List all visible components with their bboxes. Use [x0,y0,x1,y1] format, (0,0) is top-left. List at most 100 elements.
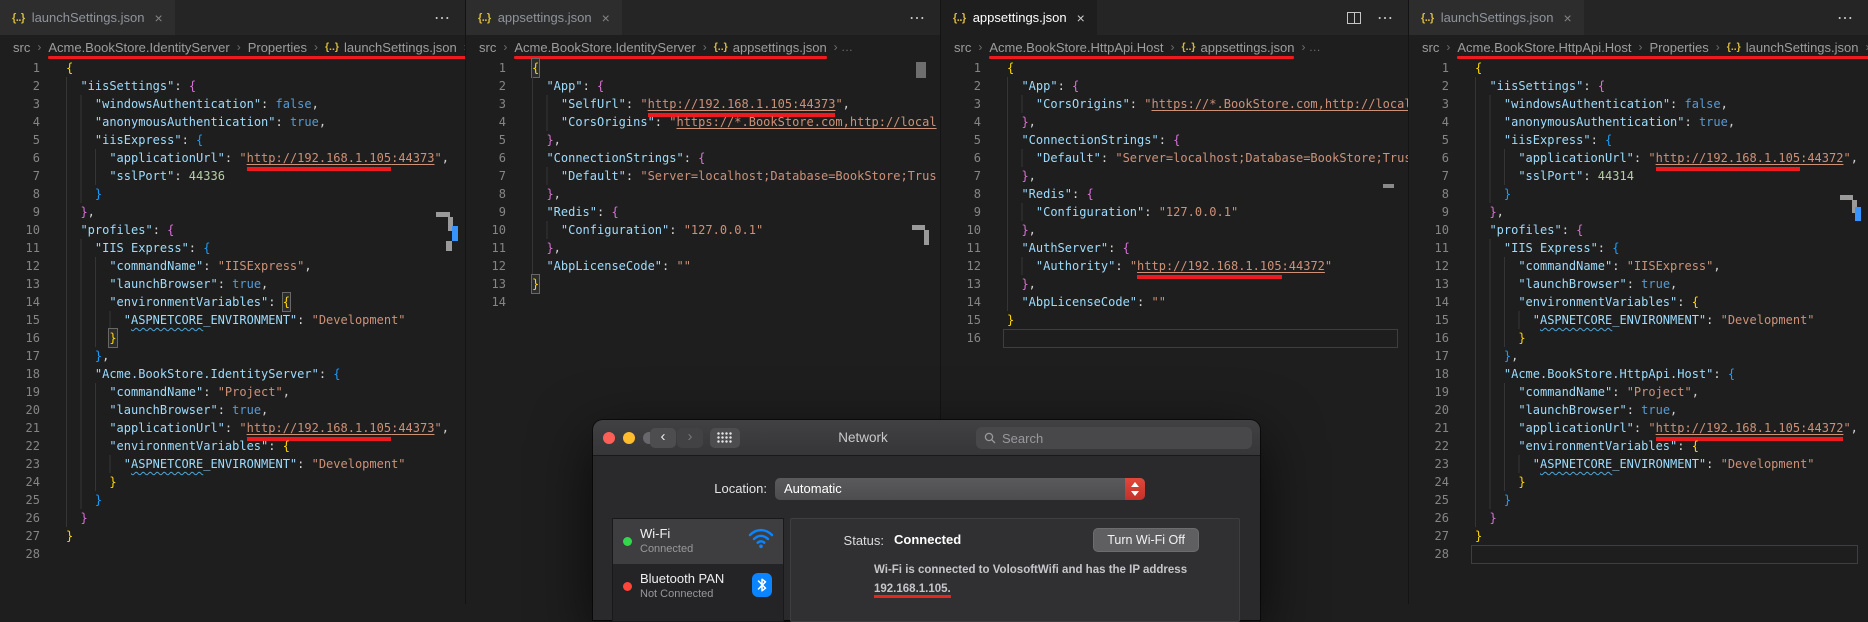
breadcrumb-segment[interactable]: Properties [248,40,307,55]
code-line[interactable]: 13}, [941,275,1408,293]
code-line[interactable]: 10"Configuration": "127.0.0.1" [466,221,940,239]
code-line[interactable]: 14"environmentVariables": { [1409,293,1868,311]
close-tab-icon[interactable]: × [602,10,610,26]
location-dropdown[interactable]: Automatic [775,478,1145,500]
code-line[interactable]: 14 [466,293,940,311]
code-line[interactable]: 12"commandName": "IISExpress", [1409,257,1868,275]
code-line[interactable]: 13"launchBrowser": true, [1409,275,1868,293]
code-line[interactable]: 11"IIS Express": { [1409,239,1868,257]
code-line[interactable]: 15} [941,311,1408,329]
code-line[interactable]: 25} [0,491,465,509]
more-actions-icon[interactable]: ⋯ [434,8,451,28]
code-line[interactable]: 12"AbpLicenseCode": "" [466,257,940,275]
code-line[interactable]: 4"anonymousAuthentication": true, [0,113,465,131]
code-line[interactable]: 3"windowsAuthentication": false, [1409,95,1868,113]
code-line[interactable]: 9}, [1409,203,1868,221]
code-line[interactable]: 13} [466,275,940,293]
close-tab-icon[interactable]: × [1077,10,1085,26]
code-line[interactable]: 23"ASPNETCORE_ENVIRONMENT": "Development… [0,455,465,473]
more-actions-icon[interactable]: ⋯ [1377,8,1394,28]
code-line[interactable]: 1{ [1409,59,1868,77]
code-line[interactable]: 2"iisSettings": { [0,77,465,95]
code-line[interactable]: 19"commandName": "Project", [1409,383,1868,401]
code-line[interactable]: 24} [1409,473,1868,491]
breadcrumb-file[interactable]: launchSettings.json [344,40,457,55]
code-line[interactable]: 5"iisExpress": { [0,131,465,149]
code-line[interactable]: 9"Configuration": "127.0.0.1" [941,203,1408,221]
code-line[interactable]: 8} [1409,185,1868,203]
code-line[interactable]: 22"environmentVariables": { [1409,437,1868,455]
code-line[interactable]: 6"applicationUrl": "http://192.168.1.105… [1409,149,1868,167]
close-tab-icon[interactable]: × [154,10,162,26]
code-line[interactable]: 7"sslPort": 44336 [0,167,465,185]
code-line[interactable]: 25} [1409,491,1868,509]
code-line[interactable]: 16} [0,329,465,347]
code-line[interactable]: 3"SelfUrl": "http://192.168.1.105:44373"… [466,95,940,113]
code-line[interactable]: 20"launchBrowser": true, [1409,401,1868,419]
minimize-window-button[interactable] [623,432,635,444]
breadcrumb-segment[interactable]: src [479,40,496,55]
code-line[interactable]: 16} [1409,329,1868,347]
breadcrumb-file[interactable]: launchSettings.json [1746,40,1859,55]
breadcrumb-segment[interactable]: Acme.BookStore.HttpApi.Host [1457,40,1631,55]
tab-appsettings.json[interactable]: {..}appsettings.json× [941,0,1097,35]
search-field[interactable]: Search [976,427,1252,449]
code-line[interactable]: 2"App": { [466,77,940,95]
code-line[interactable]: 10"profiles": { [1409,221,1868,239]
service-row-bluetooth[interactable]: Bluetooth PAN Not Connected [613,564,783,609]
close-window-button[interactable] [603,432,615,444]
code-line[interactable]: 26} [1409,509,1868,527]
code-line[interactable]: 7}, [941,167,1408,185]
code-line[interactable]: 21"applicationUrl": "http://192.168.1.10… [1409,419,1868,437]
code-line[interactable]: 10"profiles": { [0,221,465,239]
code-line[interactable]: 8}, [466,185,940,203]
code-line[interactable]: 20"launchBrowser": true, [0,401,465,419]
code-line[interactable]: 2"iisSettings": { [1409,77,1868,95]
code-line[interactable]: 5"ConnectionStrings": { [941,131,1408,149]
turn-wifi-off-button[interactable]: Turn Wi-Fi Off [1093,528,1199,552]
code-line[interactable]: 11"AuthServer": { [941,239,1408,257]
network-titlebar[interactable]: ‹ › Network Search [593,420,1260,456]
code-line[interactable]: 12"commandName": "IISExpress", [0,257,465,275]
code-line[interactable]: 14"environmentVariables": { [0,293,465,311]
code-line[interactable]: 24} [0,473,465,491]
code-line[interactable]: 6"applicationUrl": "http://192.168.1.105… [0,149,465,167]
tab-appsettings.json[interactable]: {..}appsettings.json× [466,0,622,35]
code-line[interactable]: 3"windowsAuthentication": false, [0,95,465,113]
code-line[interactable]: 4"CorsOrigins": "https://*.BookStore.com… [466,113,940,131]
split-editor-icon[interactable] [1347,12,1361,24]
code-line[interactable]: 1{ [941,59,1408,77]
code-line[interactable]: 17}, [0,347,465,365]
code-line[interactable]: 3"CorsOrigins": "https://*.BookStore.com… [941,95,1408,113]
close-tab-icon[interactable]: × [1563,10,1571,26]
code-line[interactable]: 16 [941,329,1408,347]
code-line[interactable]: 6"ConnectionStrings": { [466,149,940,167]
code-line[interactable]: 27} [0,527,465,545]
code-line[interactable]: 11"IIS Express": { [0,239,465,257]
code-line[interactable]: 7"Default": "Server=localhost;Database=B… [466,167,940,185]
code-line[interactable]: 12"Authority": "http://192.168.1.105:443… [941,257,1408,275]
code-line[interactable]: 28 [1409,545,1868,563]
code-line[interactable]: 2"App": { [941,77,1408,95]
code-line[interactable]: 1{ [466,59,940,77]
code-line[interactable]: 4"anonymousAuthentication": true, [1409,113,1868,131]
code-line[interactable]: 8} [0,185,465,203]
code-line[interactable]: 5}, [466,131,940,149]
code-line[interactable]: 1{ [0,59,465,77]
breadcrumb-segment[interactable]: Acme.BookStore.HttpApi.Host [989,40,1163,55]
breadcrumb-segment[interactable]: src [954,40,971,55]
code-line[interactable]: 7"sslPort": 44314 [1409,167,1868,185]
tab-launchSettings.json[interactable]: {..}launchSettings.json× [0,0,175,35]
code-line[interactable]: 17}, [1409,347,1868,365]
back-button[interactable]: ‹ [650,428,676,448]
code-line[interactable]: 22"environmentVariables": { [0,437,465,455]
code-line[interactable]: 27} [1409,527,1868,545]
code-line[interactable]: 15"ASPNETCORE_ENVIRONMENT": "Development… [0,311,465,329]
code-line[interactable]: 9}, [0,203,465,221]
breadcrumb-segment[interactable]: Acme.BookStore.IdentityServer [48,40,229,55]
more-actions-icon[interactable]: ⋯ [1837,8,1854,28]
code-line[interactable]: 18"Acme.BookStore.IdentityServer": { [0,365,465,383]
breadcrumb-file[interactable]: appsettings.json [1201,40,1295,55]
code-line[interactable]: 21"applicationUrl": "http://192.168.1.10… [0,419,465,437]
tab-launchSettings.json[interactable]: {..}launchSettings.json× [1409,0,1584,35]
